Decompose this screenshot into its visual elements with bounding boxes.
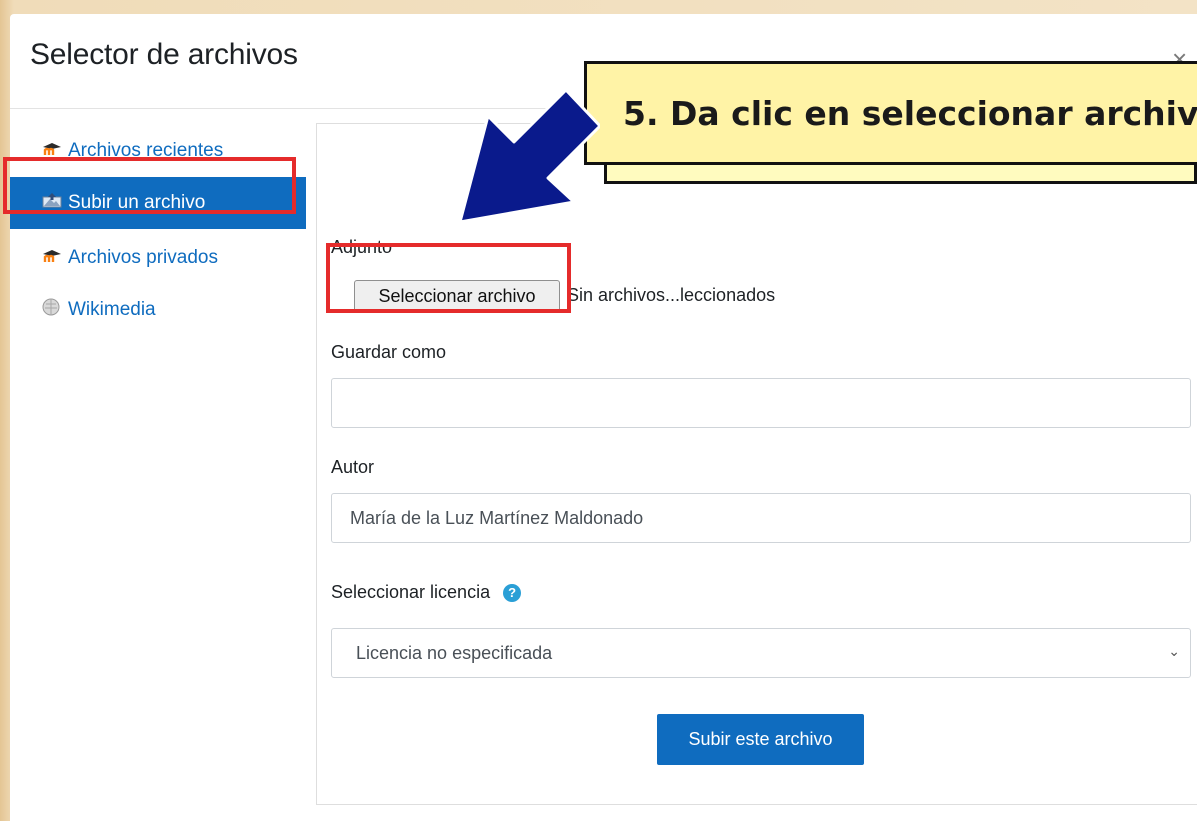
chevron-down-icon: ⌄ — [1168, 643, 1180, 659]
sidebar-item-label: Wikimedia — [68, 299, 156, 320]
moodle-icon — [42, 247, 64, 269]
dialog-title: Selector de archivos — [30, 38, 298, 71]
sidebar-item-label: Archivos privados — [68, 247, 218, 268]
wikimedia-icon — [42, 298, 64, 322]
callout-text: 5. Da clic en seleccionar archivo — [623, 94, 1197, 133]
license-selected-value: Licencia no especificada — [356, 642, 553, 663]
sidebar-item-wikimedia[interactable]: Wikimedia — [10, 284, 306, 336]
author-label: Autor — [331, 457, 375, 477]
upload-file-button[interactable]: Subir este archivo — [657, 714, 864, 765]
sidebar-item-archivos-privados[interactable]: Archivos privados — [10, 232, 306, 284]
highlight-box-file-button — [326, 243, 571, 313]
author-input[interactable]: María de la Luz Martínez Maldonado — [331, 493, 1191, 543]
license-label: Seleccionar licencia — [331, 582, 491, 602]
highlight-box-sidebar — [3, 157, 296, 214]
file-status-text: Sin archivos...leccionados — [567, 285, 776, 305]
save-as-input[interactable] — [331, 378, 1191, 428]
help-icon[interactable]: ? — [503, 584, 522, 603]
save-as-label: Guardar como — [331, 342, 447, 362]
instruction-callout: 5. Da clic en seleccionar archivo — [584, 61, 1197, 165]
license-select[interactable]: Licencia no especificada ⌄ — [331, 628, 1191, 678]
pointer-arrow-icon — [458, 90, 600, 224]
license-label-row: Seleccionar licencia ? — [331, 582, 522, 603]
